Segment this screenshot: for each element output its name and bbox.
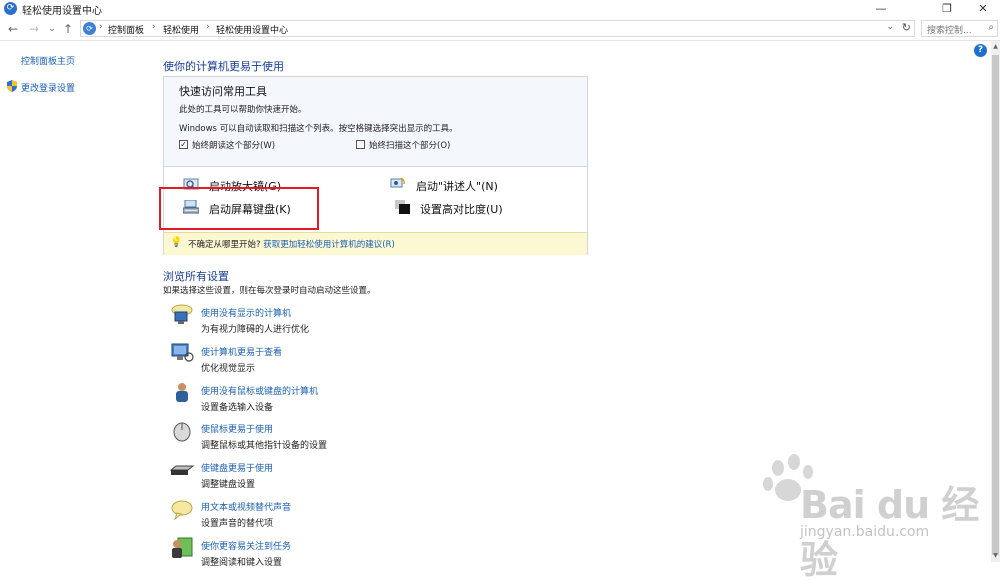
forward-button[interactable]: → [26, 21, 42, 37]
scroll-down-icon[interactable]: ▼ [991, 550, 1000, 562]
up-button[interactable]: ↑ [60, 21, 76, 37]
set-high-contrast-link[interactable]: 设置高对比度(U) [420, 201, 503, 217]
item-desc-no-mouse-keyboard: 设置备选输入设备 [201, 403, 274, 413]
search-input[interactable]: 搜索控制... [927, 23, 972, 36]
address-bar[interactable]: ⟳ › 控制面板 › 轻松使用 › 轻松使用设置中心 ⌄ ↻ [80, 20, 915, 37]
breadcrumb-ease-of-access[interactable]: 轻松使用 [163, 23, 199, 36]
refresh-icon[interactable]: ↻ [902, 21, 911, 34]
quick-access-line2: Windows 可以自动读取和扫描这个列表。按空格键选择突出显示的工具。 [179, 124, 458, 134]
address-toolbar: ← → ⌄ ↑ ⟳ › 控制面板 › 轻松使用 › 轻松使用设置中心 ⌄ ↻ 搜… [0, 18, 1000, 41]
quick-access-header: 快速访问常用工具 此处的工具可以帮助你快速开始。 Windows 可以自动读取和… [164, 77, 587, 167]
suggestion-prefix: 不确定从哪里开始? [188, 240, 261, 250]
breadcrumb-separator-icon: › [206, 22, 210, 32]
ease-of-access-icon: ⟳ [4, 2, 17, 15]
item-link-mouse[interactable]: 使鼠标更易于使用 [201, 422, 273, 435]
high-contrast-icon[interactable] [395, 200, 411, 214]
window-title: 轻松使用设置中心 [22, 6, 102, 17]
item-desc-mouse: 调整鼠标或其他指针设备的设置 [201, 441, 328, 451]
help-icon[interactable]: ? [974, 44, 987, 57]
item-link-focus-on-tasks[interactable]: 使你更容易关注到任务 [201, 539, 291, 552]
narrator-icon[interactable] [390, 176, 406, 190]
mouse-icon [173, 422, 191, 442]
restore-button[interactable]: ❐ [930, 0, 964, 18]
item-link-alternatives-for-sound[interactable]: 用文本或视频替代声音 [201, 500, 291, 513]
breadcrumb-ease-center[interactable]: 轻松使用设置中心 [216, 23, 288, 36]
focus-task-icon [172, 537, 193, 558]
highlight-box [159, 187, 319, 230]
recent-dropdown-icon[interactable]: ⌄ [44, 21, 60, 37]
quick-access-title: 快速访问常用工具 [179, 85, 267, 98]
suggestion-bar: 💡 不确定从哪里开始? 获取更加轻松使用计算机的建议(R) [164, 232, 587, 255]
get-recommendations-link[interactable]: 获取更加轻松使用计算机的建议(R) [263, 240, 395, 250]
address-dropdown-icon[interactable]: ⌄ [886, 22, 894, 32]
browse-settings-subtitle: 如果选择这些设置，则在每次登录时自动启动这些设置。 [163, 286, 376, 296]
read-aloud-checkbox[interactable]: ✓ [179, 140, 188, 149]
close-button[interactable]: ✕ [966, 0, 1000, 18]
shield-icon [7, 80, 17, 92]
item-desc-keyboard: 调整键盘设置 [201, 480, 256, 490]
control-panel-icon: ⟳ [83, 22, 96, 35]
item-link-easier-to-see[interactable]: 使计算机更易于查看 [201, 345, 282, 358]
breadcrumb-control-panel[interactable]: 控制面板 [108, 23, 144, 36]
scan-label[interactable]: 始终扫描这个部分(O) [369, 139, 450, 151]
item-desc-alternatives-for-sound: 设置声音的替代项 [201, 519, 274, 529]
item-link-no-display[interactable]: 使用没有显示的计算机 [201, 306, 291, 319]
scroll-up-icon[interactable]: ▲ [991, 41, 1000, 53]
title-bar: ⟳ 轻松使用设置中心 — ❐ ✕ [0, 0, 1000, 18]
speech-bubble-icon [171, 500, 193, 521]
watermark: Bai du 经验 jingyan.baidu.com [760, 452, 990, 582]
back-button[interactable]: ← [5, 21, 21, 37]
item-link-keyboard[interactable]: 使键盘更易于使用 [201, 461, 273, 474]
sidebar-change-login-settings[interactable]: 更改登录设置 [21, 81, 75, 94]
item-link-no-mouse-keyboard[interactable]: 使用没有鼠标或键盘的计算机 [201, 384, 318, 397]
browse-settings-title: 浏览所有设置 [163, 270, 229, 283]
minimize-button[interactable]: — [864, 0, 898, 18]
sidebar-control-panel-home[interactable]: 控制面板主页 [21, 54, 75, 67]
keyboard-icon [170, 465, 194, 475]
suggestion-text: 不确定从哪里开始? 获取更加轻松使用计算机的建议(R) [188, 238, 395, 250]
scrollbar[interactable]: ▲ ▼ [991, 41, 1000, 562]
item-desc-no-display: 为有视力障碍的人进行优化 [201, 325, 310, 335]
quick-access-line1: 此处的工具可以帮助你快速开始。 [179, 105, 307, 115]
lightbulb-icon: 💡 [170, 237, 183, 248]
search-box[interactable]: 搜索控制... ⌕ [921, 20, 998, 37]
item-desc-easier-to-see: 优化视觉显示 [201, 364, 256, 374]
monitor-icon [171, 343, 194, 362]
monitor-speaker-icon [171, 304, 193, 324]
breadcrumb-separator-icon: › [152, 22, 156, 32]
read-aloud-label[interactable]: 始终朗读这个部分(W) [192, 139, 275, 151]
page-title: 使你的计算机更易于使用 [163, 60, 284, 73]
scan-checkbox[interactable] [356, 140, 365, 149]
search-icon[interactable]: ⌕ [988, 22, 994, 33]
scroll-thumb[interactable] [992, 55, 999, 555]
breadcrumb-separator-icon: › [99, 22, 103, 32]
person-icon [176, 383, 188, 402]
start-narrator-link[interactable]: 启动"讲述人"(N) [416, 178, 498, 194]
watermark-url: jingyan.baidu.com [800, 524, 930, 540]
